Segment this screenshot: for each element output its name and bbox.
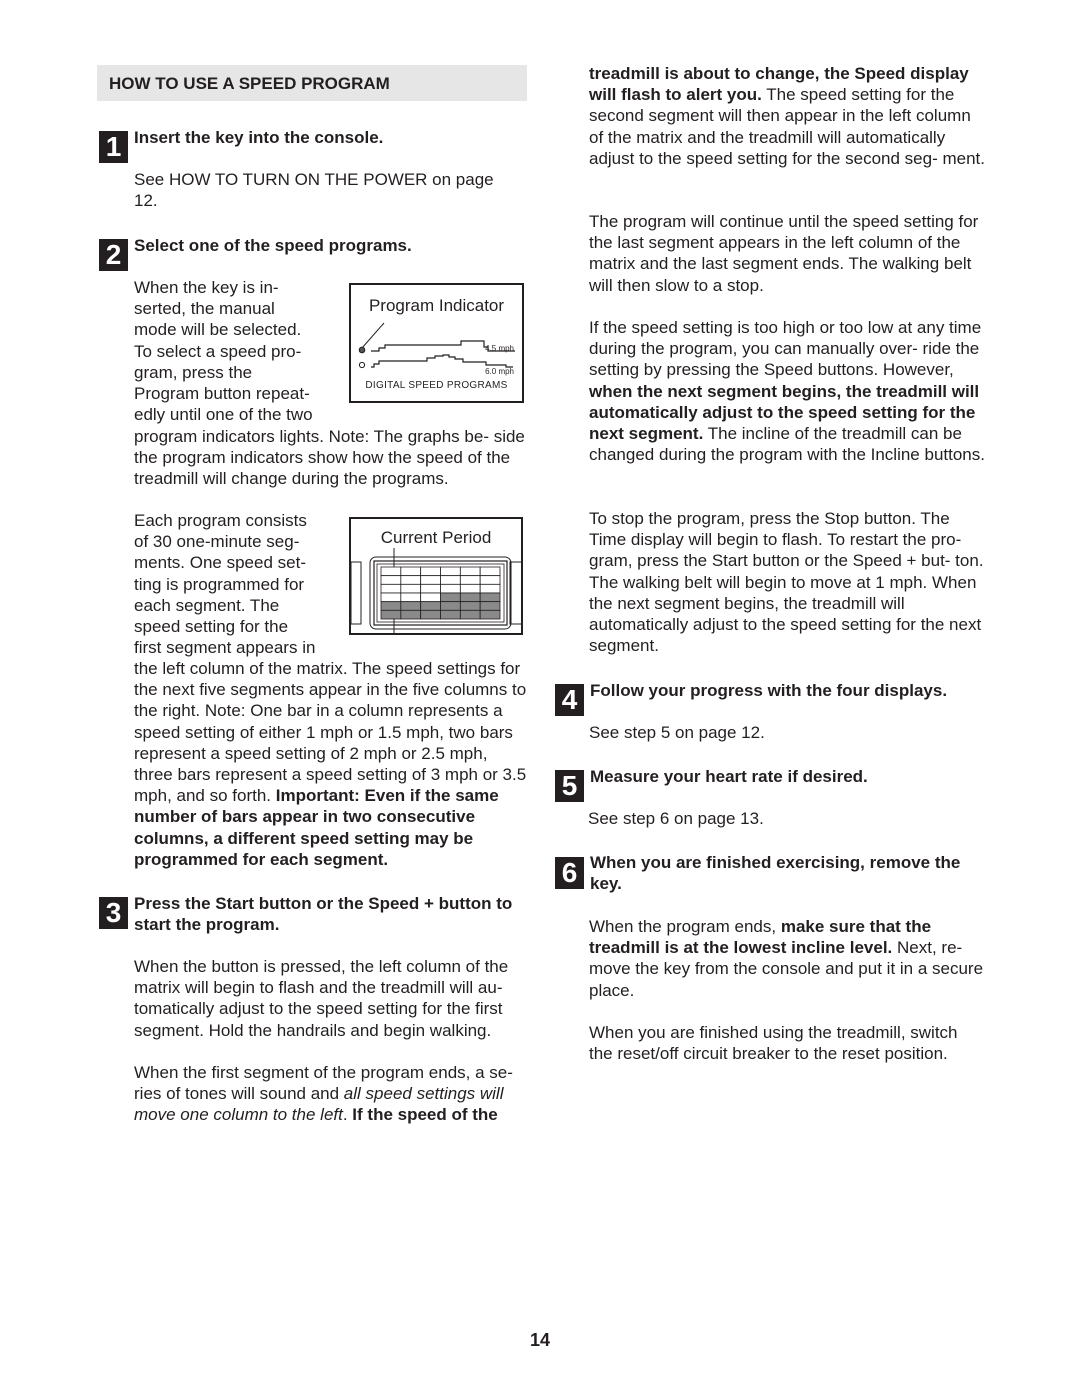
- text-line: first segment appears in: [134, 638, 316, 658]
- program-indicator-figure: Program Indicator 4.5 mph 6.0 mph DIGITA…: [349, 283, 524, 403]
- text-line: of 30 one-minute seg-: [134, 532, 300, 552]
- step-3-para2-start: When the first segment of the program en…: [134, 1062, 528, 1126]
- page-number: 14: [529, 1330, 551, 1350]
- text-line: edly until one of the two: [134, 405, 313, 425]
- step-6-heading: When you are finished exercising, remove…: [590, 853, 961, 894]
- current-period-figure: Current Period: [349, 517, 523, 635]
- step-2-para2-wrapped: Each program consists of 30 one-minute s…: [134, 510, 349, 658]
- text-run: When the program ends,: [589, 917, 781, 936]
- matrix-cell-unlit: [380, 583, 402, 594]
- matrix-cell-unlit: [380, 592, 402, 603]
- step-1-badge: 1: [99, 131, 128, 163]
- right-display-edge: [509, 561, 521, 625]
- step-2-badge: 2: [99, 239, 128, 271]
- text-run: If the speed setting is too high or too …: [589, 318, 982, 380]
- step-2-heading: Select one of the speed programs.: [134, 236, 412, 255]
- matrix-cell-unlit: [479, 566, 501, 577]
- matrix-cell-lit: [459, 592, 481, 603]
- step-2-para1-wrapped: When the key is in- serted, the manual m…: [134, 277, 349, 425]
- matrix-cell-lit: [459, 609, 481, 620]
- step-3-heading: Press the Start button or the Speed + bu…: [134, 894, 513, 935]
- text-line: Program button repeat-: [134, 384, 310, 404]
- step-5-body: See step 6 on page 13.: [588, 809, 764, 828]
- text-line: ments. One speed set-: [134, 553, 306, 573]
- matrix-cell-unlit: [420, 566, 441, 577]
- matrix-cell-lit: [479, 601, 501, 611]
- matrix-cell-unlit: [479, 583, 501, 594]
- left-display-edge: [351, 561, 362, 625]
- matrix-cell-lit: [479, 609, 501, 620]
- step-3-badge: 3: [99, 897, 128, 929]
- matrix-cell-lit: [479, 592, 501, 603]
- step-1-heading: Insert the key into the console.: [134, 128, 384, 147]
- matrix-cell-unlit: [420, 575, 441, 585]
- section-header: HOW TO USE A SPEED PROGRAM: [97, 65, 527, 101]
- matrix-cell-lit: [440, 601, 461, 611]
- step-5-heading: Measure your heart rate if desired.: [590, 767, 868, 786]
- step-3-para4: If the speed setting is too high or too …: [589, 317, 989, 465]
- matrix-cell-unlit: [420, 592, 441, 603]
- matrix-cell-unlit: [400, 566, 422, 577]
- matrix-cell-unlit: [420, 583, 441, 594]
- section-title: HOW TO USE A SPEED PROGRAM: [109, 74, 390, 93]
- matrix-cell-unlit: [459, 583, 481, 594]
- step-3-para5: To stop the program, press the Stop butt…: [589, 509, 984, 656]
- matrix-cell-lit: [459, 601, 481, 611]
- program-2-speed-profile: [371, 354, 513, 368]
- text-line: ting is programmed for: [134, 574, 305, 594]
- speed-bars-explanation: the left column of the matrix. The speed…: [134, 659, 527, 806]
- matrix-cells: [380, 566, 501, 620]
- step-3-para1: When the button is pressed, the left col…: [134, 957, 509, 1040]
- program-2-speed-label: 6.0 mph: [485, 367, 514, 376]
- program-1-speed-label: 4.5 mph: [485, 344, 514, 353]
- text-run: .: [342, 1105, 353, 1125]
- matrix-cell-lit: [400, 609, 422, 620]
- step-3-para3: The program will continue until the spee…: [589, 212, 979, 295]
- step-1-body: See HOW TO TURN ON THE POWER on page 12.: [134, 170, 494, 211]
- step-3-para2-continued: treadmill is about to change, the Speed …: [589, 63, 989, 169]
- text-line: gram, press the: [134, 362, 253, 382]
- step-6-para1: When the program ends, make sure that th…: [589, 916, 984, 1001]
- text-line: serted, the manual: [134, 299, 275, 319]
- matrix-cell-lit: [380, 601, 402, 611]
- matrix-cell-lit: [420, 609, 441, 620]
- step-2-para1-tail: program indicators lights. Note: The gra…: [134, 427, 525, 489]
- step-6-badge: 6: [555, 857, 584, 889]
- program-1-indicator-light: [358, 346, 366, 354]
- text-line: speed setting for the: [134, 617, 289, 637]
- matrix-cell-unlit: [440, 583, 461, 594]
- matrix-cell-unlit: [400, 592, 422, 603]
- matrix-cell-unlit: [440, 575, 461, 585]
- step-5-badge: 5: [555, 770, 584, 802]
- matrix-cell-unlit: [479, 575, 501, 585]
- step-4-badge: 4: [555, 684, 584, 716]
- matrix-cell-unlit: [380, 566, 402, 577]
- matrix-cell-unlit: [380, 575, 402, 585]
- program-2-indicator-light: [358, 361, 366, 369]
- matrix-cell-lit: [440, 609, 461, 620]
- matrix-cell-lit: [380, 609, 402, 620]
- text-line: When the key is in-: [134, 278, 279, 297]
- matrix-cell-unlit: [440, 566, 461, 577]
- matrix-cell-lit: [420, 601, 441, 611]
- matrix-cell-lit: [440, 592, 461, 603]
- matrix-cell-unlit: [400, 583, 422, 594]
- step-2-para2-tail: the left column of the matrix. The speed…: [134, 658, 528, 870]
- matrix-cell-unlit: [400, 575, 422, 585]
- text-line: Each program consists: [134, 511, 307, 530]
- matrix-cell-lit: [400, 601, 422, 611]
- step-4-heading: Follow your progress with the four displ…: [590, 681, 948, 700]
- indicator-pointer-line: [361, 322, 385, 349]
- matrix-cell-unlit: [459, 575, 481, 585]
- bold-text-run: If the speed of the: [352, 1105, 498, 1125]
- matrix-cell-unlit: [459, 566, 481, 577]
- text-line: mode will be selected.: [134, 320, 302, 340]
- text-line: To select a speed pro-: [134, 341, 302, 361]
- speed-matrix-display: [351, 548, 521, 633]
- step-6-para2: When you are finished using the treadmil…: [589, 1023, 958, 1064]
- step-4-body: See step 5 on page 12.: [589, 723, 765, 742]
- program-indicator-caption: DIGITAL SPEED PROGRAMS: [365, 380, 508, 391]
- text-line: each segment. The: [134, 595, 280, 615]
